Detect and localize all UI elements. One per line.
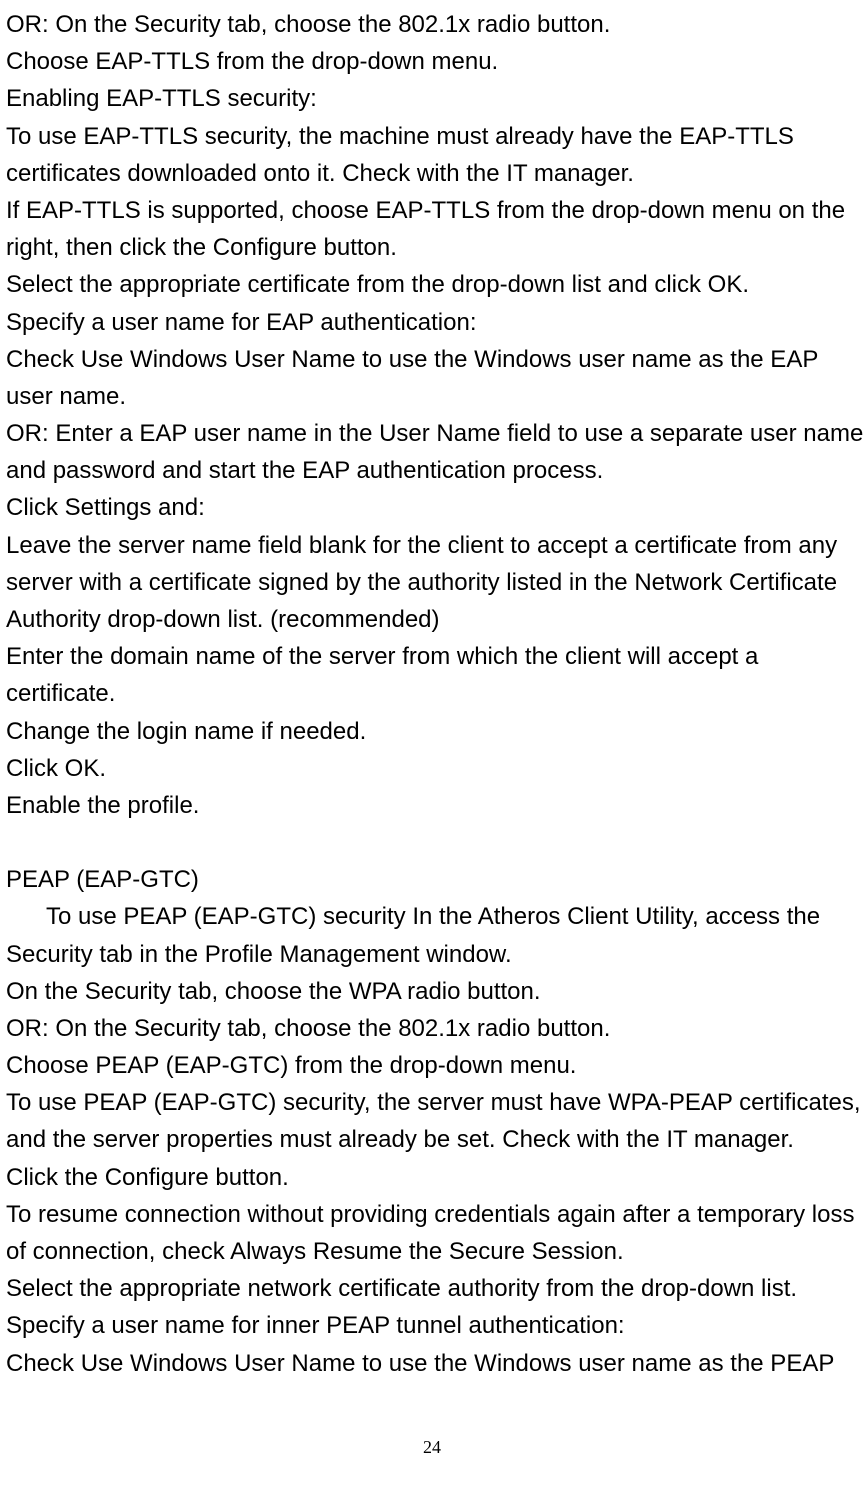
- body-text: OR: On the Security tab, choose the 802.…: [6, 6, 864, 43]
- body-text: On the Security tab, choose the WPA radi…: [6, 973, 864, 1010]
- body-text: To use PEAP (EAP-GTC) security In the At…: [6, 898, 864, 972]
- body-text: To use EAP-TTLS security, the machine mu…: [6, 118, 864, 192]
- body-text: Click OK.: [6, 750, 864, 787]
- body-text: Specify a user name for inner PEAP tunne…: [6, 1307, 864, 1344]
- body-text: If EAP-TTLS is supported, choose EAP-TTL…: [6, 192, 864, 266]
- body-text: Select the appropriate network certifica…: [6, 1270, 864, 1307]
- body-text: Choose EAP-TTLS from the drop-down menu.: [6, 43, 864, 80]
- body-text: Enable the profile.: [6, 787, 864, 824]
- paragraph-spacer: [6, 824, 864, 861]
- body-text: Specify a user name for EAP authenticati…: [6, 304, 864, 341]
- body-text: Enter the domain name of the server from…: [6, 638, 864, 712]
- document-content: OR: On the Security tab, choose the 802.…: [6, 6, 864, 1382]
- body-text: Check Use Windows User Name to use the W…: [6, 341, 864, 415]
- page-number: 24: [0, 1434, 864, 1462]
- body-text: OR: Enter a EAP user name in the User Na…: [6, 415, 864, 489]
- body-text: Change the login name if needed.: [6, 713, 864, 750]
- body-text: OR: On the Security tab, choose the 802.…: [6, 1010, 864, 1047]
- body-text: Click Settings and:: [6, 489, 864, 526]
- body-text: Enabling EAP-TTLS security:: [6, 80, 864, 117]
- body-text: To use PEAP (EAP-GTC) security, the serv…: [6, 1084, 864, 1158]
- section-heading: PEAP (EAP-GTC): [6, 861, 864, 898]
- body-text: Click the Configure button.: [6, 1159, 864, 1196]
- body-text: Choose PEAP (EAP-GTC) from the drop-down…: [6, 1047, 864, 1084]
- body-text: Check Use Windows User Name to use the W…: [6, 1345, 864, 1382]
- body-text: Select the appropriate certificate from …: [6, 266, 864, 303]
- body-text: Leave the server name field blank for th…: [6, 527, 864, 639]
- body-text: To resume connection without providing c…: [6, 1196, 864, 1270]
